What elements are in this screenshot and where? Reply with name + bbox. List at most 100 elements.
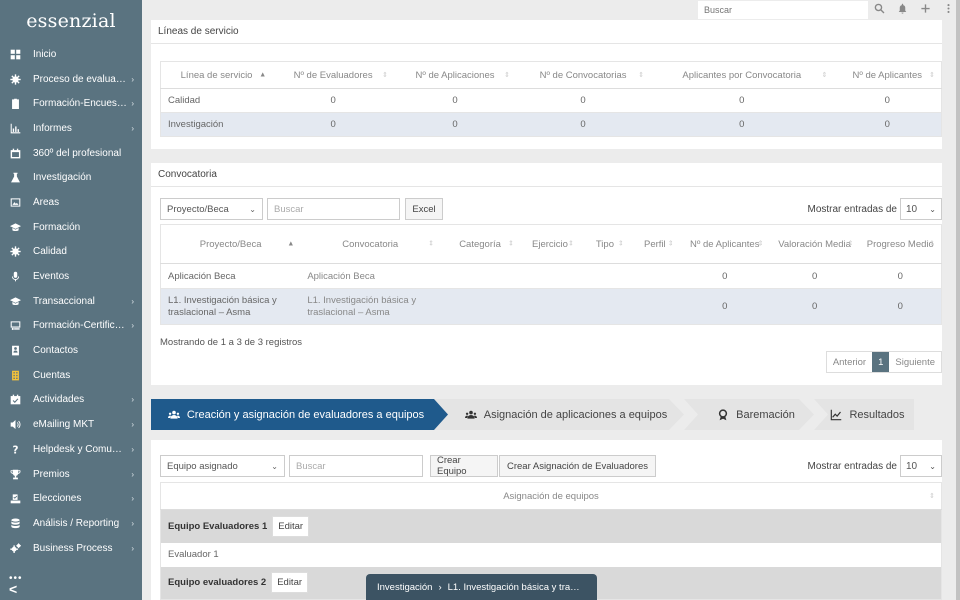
convocatoria-search-input[interactable]: Buscar — [267, 198, 400, 220]
flask-icon — [9, 172, 21, 184]
sidebar-item-emailing-mkt[interactable]: eMailing MKT › — [0, 412, 142, 437]
column-header[interactable]: Nº de Aplicantes ⇕ — [679, 224, 770, 264]
breadcrumb-item[interactable]: L1. Investigación básica y tra… — [448, 582, 580, 593]
service-lines-panel: Líneas de servicio Línea de servicio ▲ Nº … — [151, 20, 942, 149]
table-row[interactable]: Investigación 0 0 0 0 0 — [160, 112, 942, 137]
sidebar-item-business-process[interactable]: Business Process › — [0, 536, 142, 561]
panel-title: Convocatoria — [151, 163, 942, 187]
edit-team-button[interactable]: Editar — [272, 515, 310, 537]
table-cell: Aplicación Beca — [160, 263, 301, 289]
column-header[interactable]: Nº de Aplicantes ⇕ — [833, 61, 942, 89]
sidebar-item-calidad[interactable]: Calidad — [0, 240, 142, 265]
step-baremacion[interactable]: Baremación — [698, 399, 814, 430]
sidebar-item-areas[interactable]: Áreas — [0, 190, 142, 215]
create-evaluator-assignment-button[interactable]: Crear Asignación de Evaluadores — [499, 455, 656, 477]
sidebar-item-formacion-encues[interactable]: Formación-Encues… › — [0, 91, 142, 116]
edit-team-button[interactable]: Editar — [271, 572, 309, 594]
column-header[interactable]: Valoración Media ⇕ — [769, 224, 860, 264]
step-label: Asignación de aplicaciones a equipos — [483, 408, 668, 421]
sidebar-item-label: Investigación — [33, 172, 92, 184]
breadcrumb[interactable]: Investigación › L1. Investigación básica… — [366, 574, 597, 600]
step-assign-applications[interactable]: Asignación de aplicaciones a equipos — [448, 399, 684, 430]
svg-text:?: ? — [12, 444, 18, 454]
workflow-steps: Creación y asignación de evaluadores a e… — [151, 399, 914, 430]
sidebar-item-label: Formación-Certific… — [33, 320, 125, 332]
sidebar-item-formacion[interactable]: Formación — [0, 215, 142, 240]
column-header[interactable]: Asignación de equipos ⇕ — [160, 482, 942, 510]
sidebar-item-helpdesk-y-comun[interactable]: ? Helpdesk y Comun… › — [0, 437, 142, 462]
column-header[interactable]: Nº de Aplicaciones ⇕ — [394, 61, 516, 89]
chevron-right-icon: › — [131, 420, 134, 430]
column-header[interactable]: Ejercicio ⇕ — [520, 224, 580, 264]
sidebar-footer: ••• < — [9, 574, 23, 597]
column-header[interactable]: Tipo ⇕ — [579, 224, 630, 264]
brand-logo[interactable]: essenzial — [0, 0, 142, 42]
sidebar-item-informes[interactable]: Informes › — [0, 116, 142, 141]
image-icon — [9, 196, 21, 208]
create-team-button[interactable]: Crear Equipo — [430, 455, 498, 477]
sidebar-item-label: Formación — [33, 221, 81, 233]
database-icon — [9, 517, 21, 529]
sidebar-item-elecciones[interactable]: Elecciones › — [0, 486, 142, 511]
project-filter-select[interactable]: Proyecto/Beca ⌄ — [160, 198, 263, 220]
column-header[interactable]: Nº de Evaluadores ⇕ — [272, 61, 395, 89]
team-filter-select[interactable]: Equipo asignado ⌄ — [160, 455, 285, 477]
scrollbar[interactable] — [956, 0, 960, 600]
sidebar-item-inicio[interactable]: Inicio — [0, 42, 142, 67]
sidebar-item-cuentas[interactable]: Cuentas — [0, 363, 142, 388]
sidebar-item-analisis-reporting[interactable]: Análisis / Reporting › — [0, 511, 142, 536]
page-size-select[interactable]: 10 ⌄ — [900, 455, 942, 477]
table-row[interactable]: Calidad 0 0 0 0 0 — [160, 88, 942, 113]
collapse-sidebar-icon[interactable]: < — [9, 582, 23, 596]
sidebar-item-label: eMailing MKT — [33, 419, 95, 431]
sidebar-item-premios[interactable]: Premios › — [0, 462, 142, 487]
table-cell: 0 — [833, 112, 942, 137]
sort-icon: ⇕ — [508, 240, 515, 248]
sidebar-item-label: Inicio — [33, 48, 57, 60]
page-size-select[interactable]: 10 ⌄ — [900, 198, 942, 220]
global-search-input[interactable] — [698, 1, 868, 19]
column-header[interactable]: Categoría ⇕ — [440, 224, 521, 264]
sidebar-item-formacion-certific[interactable]: Formación-Certific… › — [0, 314, 142, 339]
column-header[interactable]: Aplicantes por Convocatoria ⇕ — [650, 61, 834, 89]
table-row[interactable]: Evaluador 1 — [161, 543, 942, 567]
page-1-button[interactable]: 1 — [872, 352, 890, 372]
chevron-right-icon: › — [131, 494, 134, 504]
prev-page-button[interactable]: Anterior — [827, 352, 872, 372]
convocatoria-table: Proyecto/Beca ▲ Convocatoria ⇕ Categoría ⇕ Eje… — [160, 224, 942, 325]
more-vertical-icon[interactable] — [943, 3, 954, 16]
sidebar-item-label: Transaccional — [33, 295, 95, 307]
step-create-evaluators[interactable]: Creación y asignación de evaluadores a e… — [151, 399, 441, 430]
table-row[interactable]: Aplicación Beca Aplicación Beca 0 0 0 — [160, 263, 942, 289]
breadcrumb-item[interactable]: Investigación — [377, 582, 432, 593]
scrollbar-thumb[interactable] — [956, 0, 960, 600]
search-icon[interactable] — [874, 3, 885, 16]
bell-icon[interactable] — [897, 3, 908, 16]
sidebar-item-contactos[interactable]: Contactos — [0, 338, 142, 363]
sidebar-item-proceso-de-evalua[interactable]: Proceso de evalua… › — [0, 67, 142, 92]
chevron-right-icon: › — [131, 543, 134, 553]
column-header[interactable]: Convocatoria ⇕ — [300, 224, 441, 264]
column-header[interactable]: Progreso Medio ⇕ — [859, 224, 942, 264]
header-label: Progreso Medio — [866, 238, 934, 250]
sidebar-item-label: Elecciones — [33, 493, 82, 505]
sidebar-item-eventos[interactable]: Eventos — [0, 264, 142, 289]
column-header[interactable]: Perfil ⇕ — [629, 224, 680, 264]
trophy-icon — [9, 468, 21, 480]
teams-search-input[interactable]: Buscar — [289, 455, 423, 477]
column-header[interactable]: Nº de Convocatorias ⇕ — [515, 61, 651, 89]
table-row[interactable]: L1. Investigación básica y traslacional … — [160, 288, 942, 325]
step-label: Baremación — [736, 408, 795, 421]
sidebar-item-360-del-profesional[interactable]: 360º del profesional — [0, 141, 142, 166]
excel-button[interactable]: Excel — [405, 198, 443, 220]
sidebar-item-actividades[interactable]: Actividades › — [0, 388, 142, 413]
sidebar-item-transaccional[interactable]: Transaccional › — [0, 289, 142, 314]
sidebar-item-investigacion[interactable]: Investigación — [0, 165, 142, 190]
plus-icon[interactable] — [920, 3, 931, 16]
step-resultados[interactable]: Resultados — [821, 399, 914, 430]
column-header[interactable]: Proyecto/Beca ▲ — [160, 224, 301, 264]
gear-icon — [9, 73, 21, 85]
next-page-button[interactable]: Siguiente — [889, 352, 941, 372]
column-header[interactable]: Línea de servicio ▲ — [160, 61, 273, 89]
topbar-actions — [874, 3, 954, 16]
